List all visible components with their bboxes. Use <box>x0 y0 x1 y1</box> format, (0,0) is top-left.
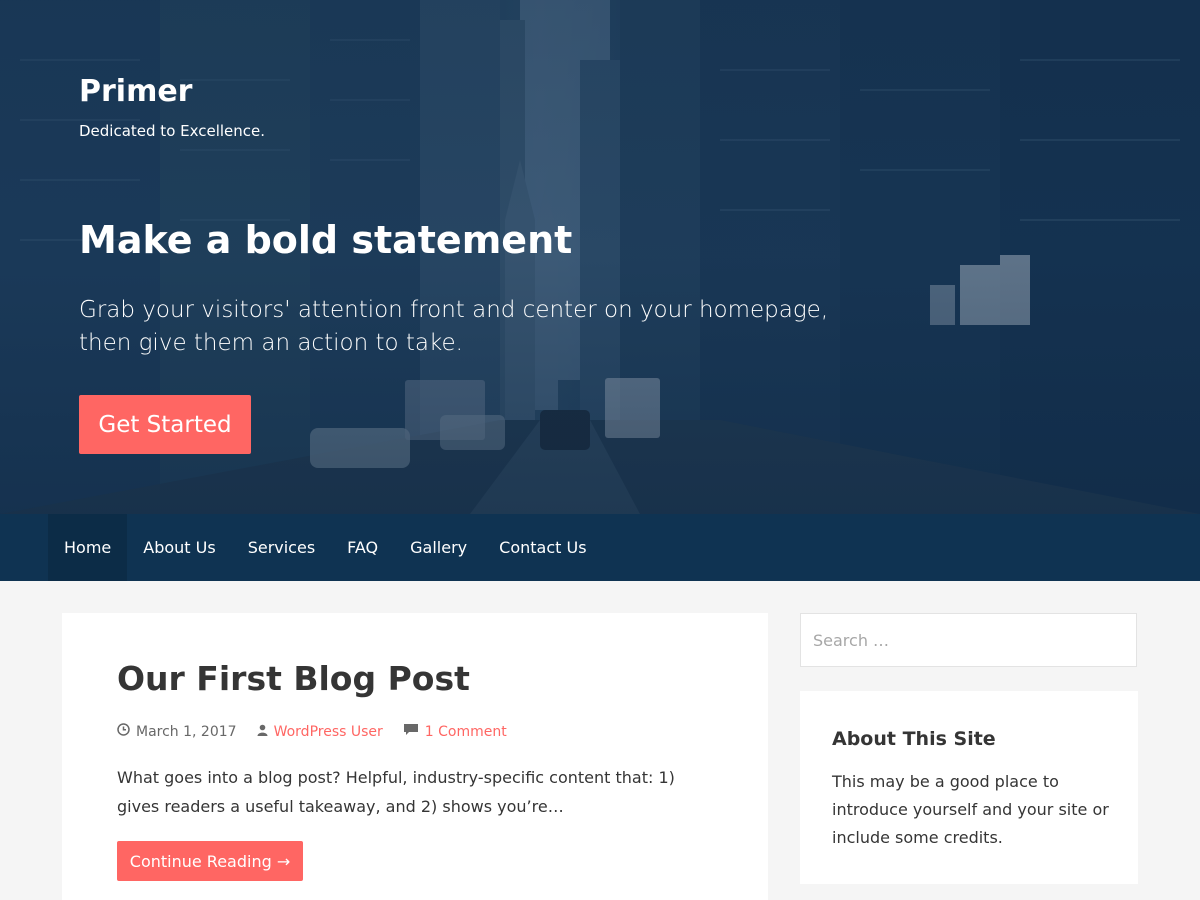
nav-item-contact-us[interactable]: Contact Us <box>483 514 602 581</box>
widget-title: About This Site <box>832 728 996 750</box>
post-author: WordPress User <box>257 724 383 740</box>
nav-item-about-us[interactable]: About Us <box>127 514 231 581</box>
post-title[interactable]: Our First Blog Post <box>117 659 470 698</box>
nav-item-gallery[interactable]: Gallery <box>394 514 483 581</box>
post-comments: 1 Comment <box>403 723 507 740</box>
main-navigation: Home About Us Services FAQ Gallery Conta… <box>0 514 1200 581</box>
post-date-text: March 1, 2017 <box>136 723 237 740</box>
search-input[interactable] <box>800 613 1137 667</box>
site-title[interactable]: Primer <box>79 74 192 109</box>
post-comments-link[interactable]: 1 Comment <box>425 724 507 740</box>
get-started-button[interactable]: Get Started <box>79 395 251 454</box>
hero-text: Grab your visitors' attention front and … <box>79 297 829 356</box>
post-meta: March 1, 2017 WordPress User 1 Comment <box>117 723 527 740</box>
comment-icon <box>403 723 419 740</box>
nav-menu: Home About Us Services FAQ Gallery Conta… <box>48 514 603 581</box>
blog-post-card: Our First Blog Post March 1, 2017 WordPr… <box>62 613 768 900</box>
clock-icon <box>117 723 130 740</box>
widget-text: This may be a good place to introduce yo… <box>832 772 1109 847</box>
nav-item-services[interactable]: Services <box>232 514 331 581</box>
nav-item-faq[interactable]: FAQ <box>331 514 394 581</box>
post-excerpt: What goes into a blog post? Helpful, ind… <box>117 768 675 816</box>
nav-item-home[interactable]: Home <box>48 514 128 581</box>
post-date: March 1, 2017 <box>117 723 237 740</box>
site-tagline: Dedicated to Excellence. <box>79 122 266 140</box>
about-widget: About This Site This may be a good place… <box>800 691 1138 884</box>
post-author-link[interactable]: WordPress User <box>274 724 383 740</box>
continue-reading-button[interactable]: Continue Reading → <box>117 841 303 881</box>
hero-section: Primer Dedicated to Excellence. Make a b… <box>0 0 1200 514</box>
user-icon <box>257 724 268 740</box>
hero-heading: Make a bold statement <box>79 218 573 262</box>
